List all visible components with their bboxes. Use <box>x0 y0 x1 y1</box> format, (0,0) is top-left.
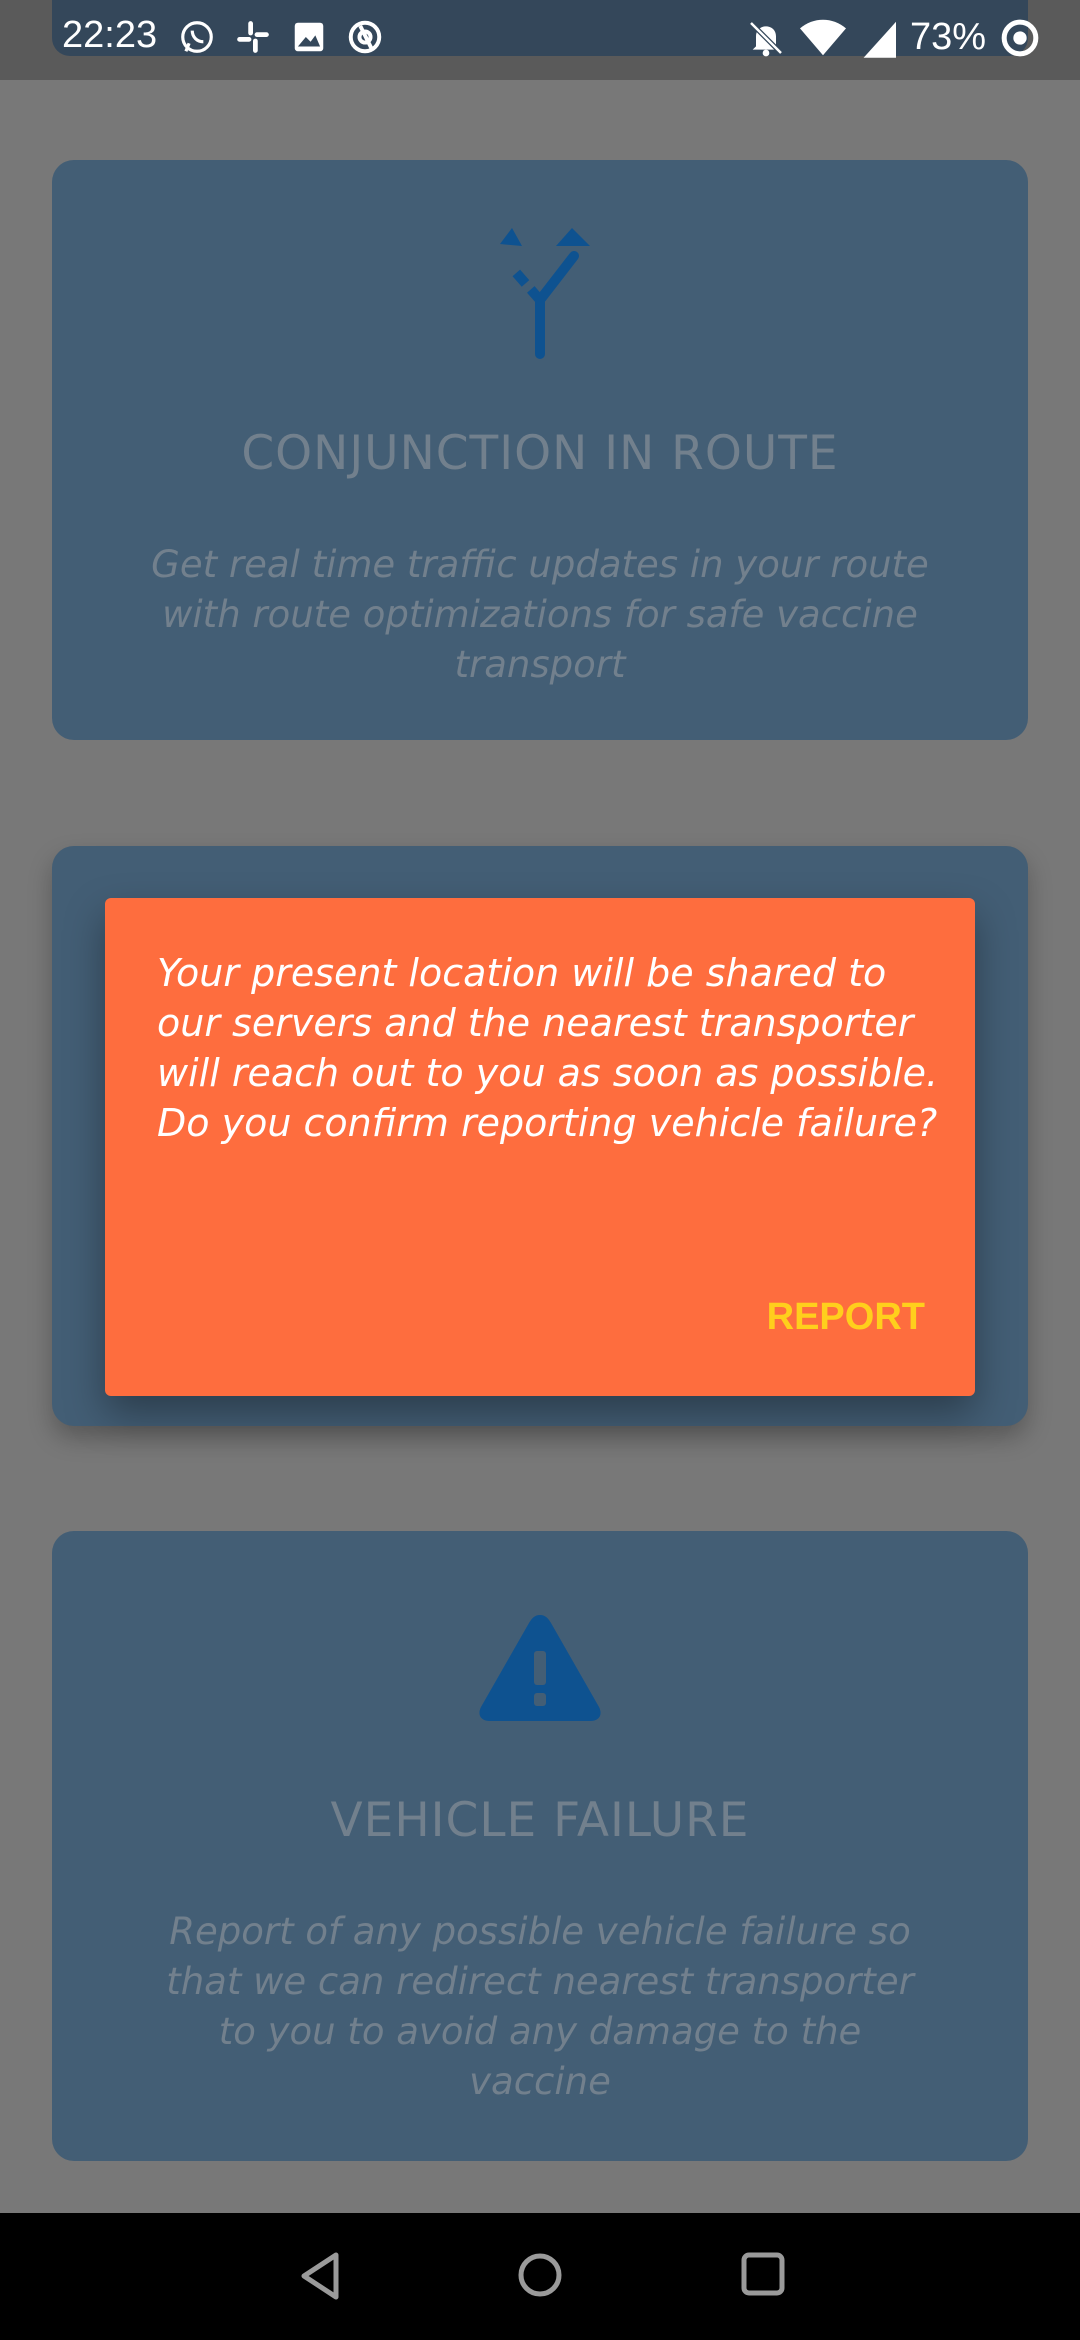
battery-ring-icon <box>1000 18 1040 58</box>
notification-icons <box>178 18 384 56</box>
route-split-icon <box>482 226 598 364</box>
signal-icon <box>860 18 896 58</box>
bell-off-icon <box>746 18 786 58</box>
card-title: CONJUNCTION IN ROUTE <box>241 426 839 481</box>
warning-icon <box>475 1611 605 1729</box>
recents-icon[interactable] <box>740 2251 786 2301</box>
dialog-message: Your present location will be shared to … <box>157 951 939 1145</box>
image-icon <box>290 18 328 56</box>
whatsapp-icon <box>178 18 216 56</box>
status-bar: 22:23 73% <box>0 0 1080 80</box>
home-icon[interactable] <box>516 2251 564 2303</box>
vehicle-failure-card[interactable]: VEHICLE FAILURE Report of any possible v… <box>52 1531 1028 2161</box>
battery-percentage: 73% <box>909 16 986 58</box>
conjunction-card[interactable]: CONJUNCTION IN ROUTE Get real time traff… <box>52 160 1028 740</box>
wifi-icon <box>799 18 846 58</box>
report-button[interactable]: REPORT <box>767 1296 925 1339</box>
card-description: Report of any possible vehicle failure s… <box>166 1910 914 2103</box>
at-icon <box>346 18 384 56</box>
confirm-dialog: Your present location will be shared to … <box>105 898 975 1396</box>
navigation-bar <box>0 2213 1080 2340</box>
slack-icon <box>234 18 272 56</box>
system-icons: 73% <box>746 16 1040 59</box>
back-icon[interactable] <box>298 2251 342 2305</box>
card-title: VEHICLE FAILURE <box>330 1793 750 1848</box>
card-description: Get real time traffic updates in your ro… <box>151 543 929 686</box>
status-time: 22:23 <box>62 14 158 56</box>
